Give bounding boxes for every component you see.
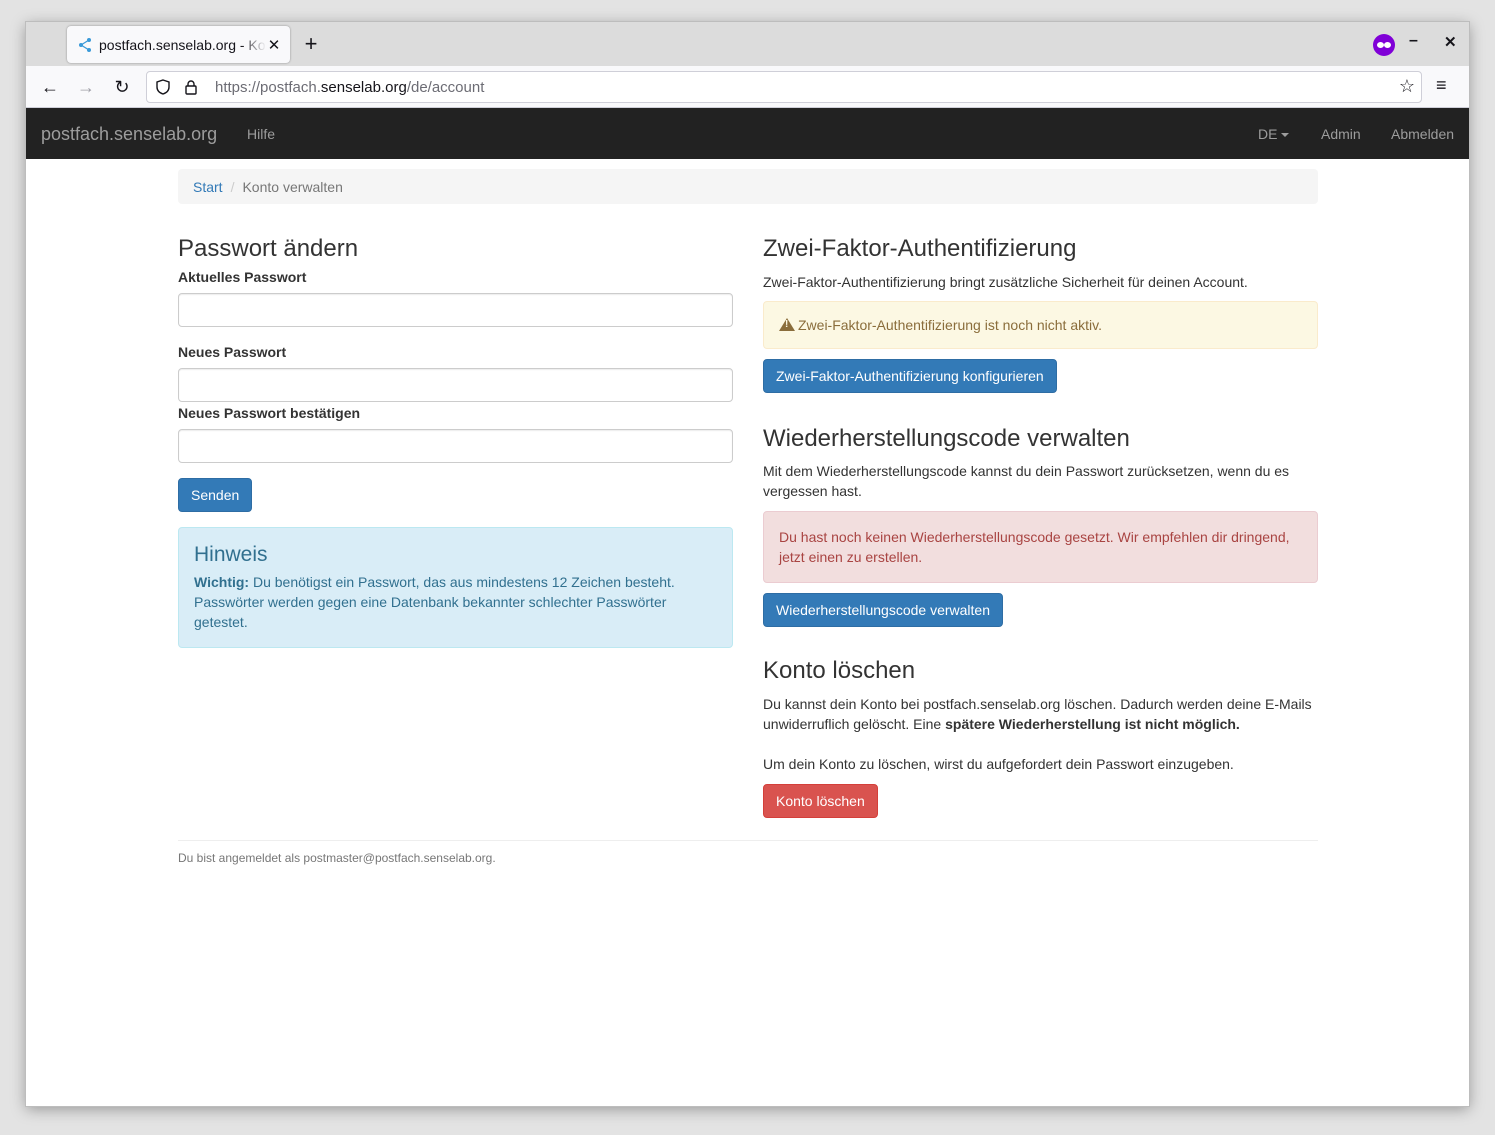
account-settings-column: Zwei-Faktor-Authentifizierung Zwei-Fakto… [763,235,1318,818]
tab-bar: postfach.senselab.org - Konto verwalten … [26,22,1469,66]
delete-account-button[interactable]: Konto löschen [763,784,878,818]
tab-active[interactable]: postfach.senselab.org - Konto verwalten … [67,26,290,63]
caret-down-icon [1281,133,1290,138]
delete-title: Konto löschen [763,657,916,684]
twofa-warning-alert: Zwei-Faktor-Authentifizierung ist noch n… [763,301,1318,349]
hint-strong: Wichtig: [194,574,250,590]
lock-icon[interactable] [183,79,199,95]
url-text[interactable]: https://postfach.senselab.org/de/account [215,79,484,96]
forward-icon[interactable]: → [74,75,98,99]
submit-password-button[interactable]: Senden [178,478,253,512]
recovery-alert: Du hast noch keinen Wiederherstellungsco… [763,511,1318,583]
new-tab-icon[interactable]: + [301,32,321,56]
url-path: /de/account [406,78,485,96]
twofa-warning-text: Zwei-Faktor-Authentifizierung ist noch n… [798,317,1102,333]
password-hint-box: Hinweis Wichtig: Du benötigst ein Passwo… [178,527,733,648]
delete-text-2: Um dein Konto zu löschen, wirst du aufge… [763,756,1234,772]
twofa-title: Zwei-Faktor-Authentifizierung [763,235,1077,262]
url-domain: senselab.org [320,78,407,96]
recovery-title: Wiederherstellungscode verwalten [763,425,1130,452]
footer-divider [178,840,1318,841]
close-tab-icon[interactable]: ✕ [266,36,282,54]
new-password-input[interactable] [178,368,733,402]
nav-admin[interactable]: Admin [1321,126,1361,142]
manage-recovery-button[interactable]: Wiederherstellungscode verwalten [763,593,1003,627]
page-content: postfach.senselab.org Hilfe DE Admin Abm… [26,108,1469,1106]
nav-help[interactable]: Hilfe [247,126,275,142]
warning-icon [779,318,795,331]
recovery-description: Mit dem Wiederherstellungscode kannst du… [763,463,1290,499]
language-dropdown[interactable]: DE [1258,126,1290,142]
site-navbar: postfach.senselab.org Hilfe DE Admin Abm… [26,108,1469,159]
hamburger-menu-icon[interactable]: ≡ [1436,75,1447,96]
delete-text: Du kannst dein Konto bei postfach.sensel… [763,694,1318,734]
tab-title: postfach.senselab.org - Konto verwalten [99,36,266,53]
window-close-icon[interactable]: ✕ [1444,33,1457,51]
browser-window: postfach.senselab.org - Konto verwalten … [26,22,1469,1106]
confirm-password-label: Neues Passwort bestätigen [178,405,361,421]
footer-text: Du bist angemeldet als postmaster@postfa… [178,851,496,865]
url-bar[interactable]: https://postfach.senselab.org/de/account… [146,71,1422,103]
nav-logout[interactable]: Abmelden [1391,126,1454,142]
current-password-label: Aktuelles Passwort [178,269,307,285]
private-browsing-icon [1373,34,1395,56]
current-password-input[interactable] [178,293,733,327]
shield-icon[interactable] [155,79,171,95]
breadcrumb-start[interactable]: Start [193,179,223,195]
share-favicon-icon [79,37,91,52]
delete-text-strong: spätere Wiederherstellung ist nicht mögl… [945,716,1240,732]
password-title: Passwort ändern [178,235,359,262]
hint-end: getestet. [194,614,248,630]
brand-link[interactable]: postfach.senselab.org [41,124,217,145]
nav-toolbar: ← → ↻ https://postfach.senselab.org/de/a… [26,66,1469,108]
change-password-section: Passwort ändern Aktuelles Passwort Neues… [178,235,733,648]
language-label: DE [1258,126,1278,142]
breadcrumb-separator: / [230,179,235,195]
back-icon[interactable]: ← [38,75,62,99]
minimize-icon[interactable]: – [1409,32,1418,50]
breadcrumb-current: Konto verwalten [242,179,343,195]
breadcrumb: Start / Konto verwalten [178,169,1318,204]
bad-passwords-link[interactable]: Datenbank bekannter schlechter Passwörte… [391,594,666,610]
new-password-label: Neues Passwort [178,344,287,360]
url-scheme: https://postfach. [215,78,321,96]
hint-title: Hinweis [194,543,268,566]
hint-text: Wichtig: Du benötigst ein Passwort, das … [194,572,717,632]
twofa-description: Zwei-Faktor-Authentifizierung bringt zus… [763,274,1248,290]
confirm-password-input[interactable] [178,429,733,463]
configure-twofa-button[interactable]: Zwei-Faktor-Authentifizierung konfigurie… [763,359,1057,393]
reload-icon[interactable]: ↻ [110,75,134,99]
bookmark-star-icon[interactable]: ☆ [1399,76,1415,97]
